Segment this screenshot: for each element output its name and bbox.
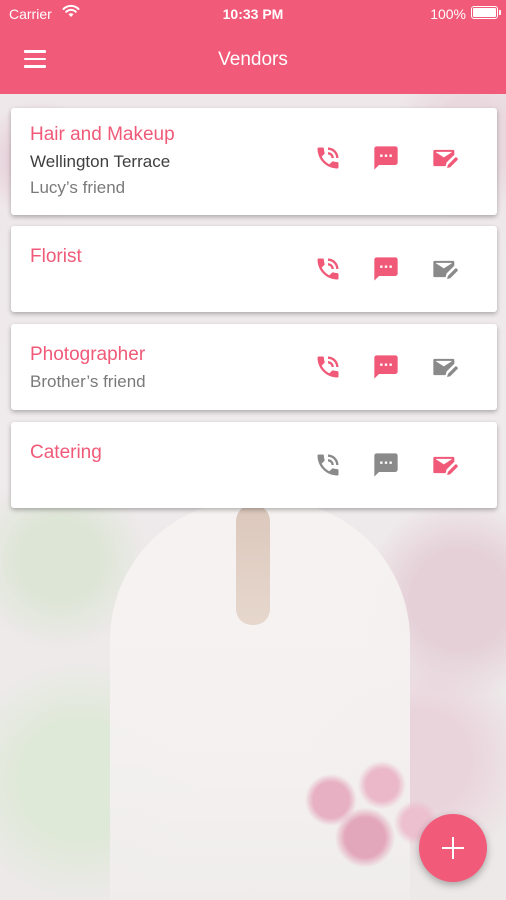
bride-hair-shape xyxy=(236,505,270,625)
message-icon xyxy=(374,355,398,379)
plus-icon xyxy=(442,837,464,859)
vendor-note: Brother’s friend xyxy=(30,372,146,391)
vendor-card-hair-and-makeup[interactable]: Hair and Makeup Wellington Terrace Lucy’… xyxy=(11,108,497,215)
vendor-title: Florist xyxy=(30,246,82,267)
email-button[interactable] xyxy=(430,143,460,173)
battery-percent: 100% xyxy=(430,6,466,22)
vendor-actions xyxy=(313,450,463,480)
call-button[interactable] xyxy=(313,352,343,382)
message-icon xyxy=(374,453,398,477)
message-button[interactable] xyxy=(371,352,401,382)
phone-in-talk-icon xyxy=(317,454,339,476)
email-button[interactable] xyxy=(430,450,460,480)
page-title: Vendors xyxy=(218,49,288,70)
add-vendor-button[interactable] xyxy=(419,814,487,882)
phone-in-talk-icon xyxy=(317,147,339,169)
message-button[interactable] xyxy=(371,254,401,284)
vendor-location: Wellington Terrace xyxy=(30,152,171,171)
status-bar: Carrier 10:33 PM 100% xyxy=(0,0,506,28)
email-edit-icon xyxy=(433,456,458,476)
vendor-title: Catering xyxy=(30,442,102,463)
vendor-note: Lucy’s friend xyxy=(30,178,126,197)
vendor-card-photographer[interactable]: Photographer Brother’s friend xyxy=(11,324,497,410)
message-button[interactable] xyxy=(371,450,401,480)
vendor-actions xyxy=(313,143,463,173)
email-edit-icon xyxy=(433,260,458,280)
email-edit-icon xyxy=(433,149,458,169)
vendor-actions xyxy=(313,352,463,382)
call-button[interactable] xyxy=(313,143,343,173)
vendor-card-florist[interactable]: Florist xyxy=(11,226,497,312)
message-icon xyxy=(374,257,398,281)
email-button[interactable] xyxy=(430,254,460,284)
vendor-card-catering[interactable]: Catering xyxy=(11,422,497,508)
message-button[interactable] xyxy=(371,143,401,173)
call-button[interactable] xyxy=(313,450,343,480)
message-icon xyxy=(374,146,398,170)
battery-icon xyxy=(471,6,501,19)
vendor-actions xyxy=(313,254,463,284)
vendor-title: Photographer xyxy=(30,344,146,365)
phone-in-talk-icon xyxy=(317,356,339,378)
vendor-title: Hair and Makeup xyxy=(30,124,175,145)
app-bar: Carrier 10:33 PM 100% Vendors xyxy=(0,0,506,94)
call-button[interactable] xyxy=(313,254,343,284)
phone-in-talk-icon xyxy=(317,258,339,280)
email-button[interactable] xyxy=(430,352,460,382)
email-edit-icon xyxy=(433,358,458,378)
